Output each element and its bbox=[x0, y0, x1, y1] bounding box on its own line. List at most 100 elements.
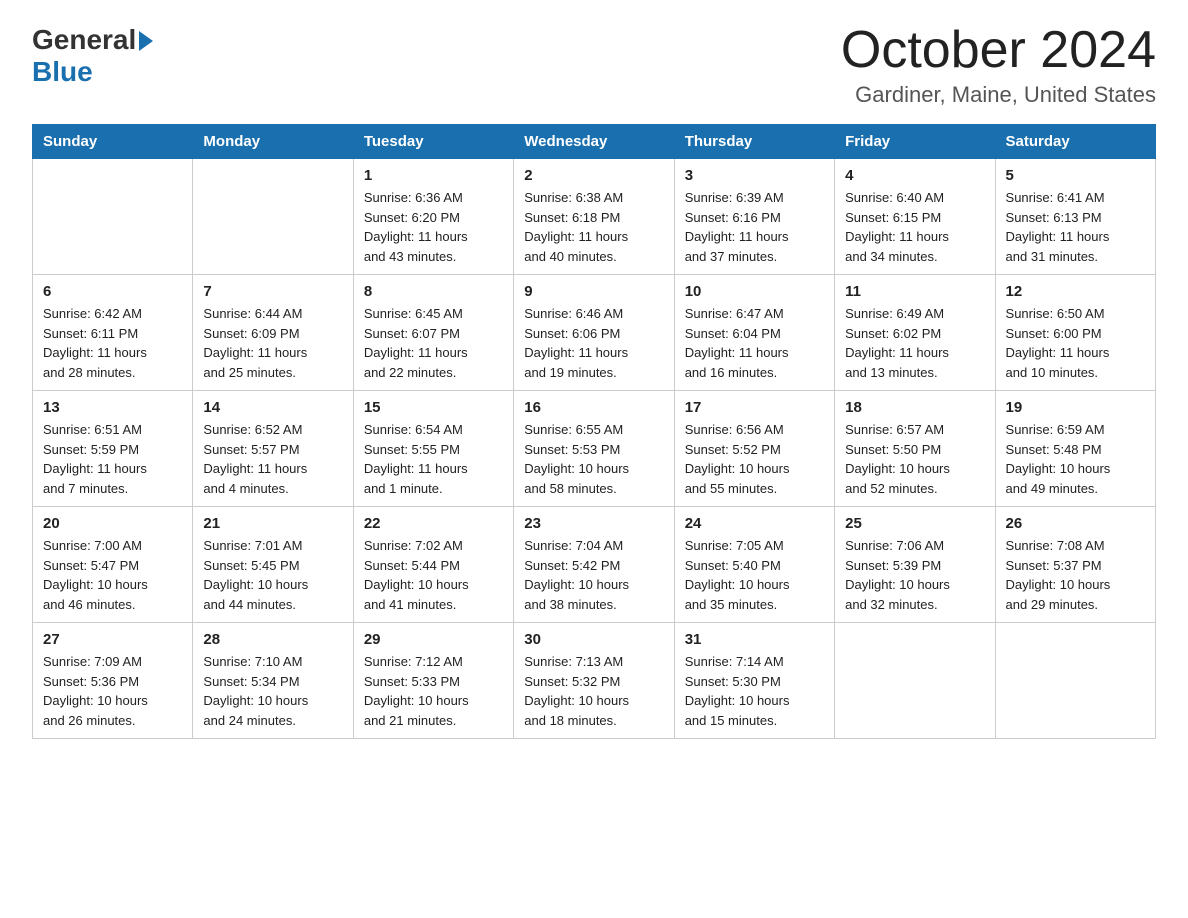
day-info: Sunrise: 6:59 AM Sunset: 5:48 PM Dayligh… bbox=[1006, 420, 1145, 498]
calendar-day-6: 6 Sunrise: 6:42 AM Sunset: 6:11 PM Daylig… bbox=[33, 275, 193, 391]
day-info: Sunrise: 7:05 AM Sunset: 5:40 PM Dayligh… bbox=[685, 536, 824, 614]
calendar-day-5: 5 Sunrise: 6:41 AM Sunset: 6:13 PM Daylig… bbox=[995, 159, 1155, 275]
day-number: 26 bbox=[1006, 515, 1145, 532]
day-number: 7 bbox=[203, 283, 342, 300]
day-info: Sunrise: 6:55 AM Sunset: 5:53 PM Dayligh… bbox=[524, 420, 663, 498]
day-info: Sunrise: 7:14 AM Sunset: 5:30 PM Dayligh… bbox=[685, 652, 824, 730]
calendar-day-8: 8 Sunrise: 6:45 AM Sunset: 6:07 PM Daylig… bbox=[353, 275, 513, 391]
day-number: 9 bbox=[524, 283, 663, 300]
calendar-day-27: 27 Sunrise: 7:09 AM Sunset: 5:36 PM Dayli… bbox=[33, 623, 193, 739]
calendar-day-25: 25 Sunrise: 7:06 AM Sunset: 5:39 PM Dayli… bbox=[835, 507, 995, 623]
calendar-day-18: 18 Sunrise: 6:57 AM Sunset: 5:50 PM Dayli… bbox=[835, 391, 995, 507]
calendar-day-10: 10 Sunrise: 6:47 AM Sunset: 6:04 PM Dayli… bbox=[674, 275, 834, 391]
calendar-empty-cell bbox=[995, 623, 1155, 739]
day-number: 28 bbox=[203, 631, 342, 648]
calendar-day-22: 22Sunrise: 7:02 AM Sunset: 5:44 PM Dayli… bbox=[353, 507, 513, 623]
day-number: 30 bbox=[524, 631, 663, 648]
day-info: Sunrise: 6:42 AM Sunset: 6:11 PM Dayligh… bbox=[43, 304, 182, 382]
day-number: 17 bbox=[685, 399, 824, 416]
calendar-day-24: 24 Sunrise: 7:05 AM Sunset: 5:40 PM Dayli… bbox=[674, 507, 834, 623]
day-number: 11 bbox=[845, 283, 984, 300]
day-number: 20 bbox=[43, 515, 182, 532]
day-number: 16 bbox=[524, 399, 663, 416]
day-number: 18 bbox=[845, 399, 984, 416]
weekday-header-thursday: Thursday bbox=[674, 125, 834, 159]
weekday-header-friday: Friday bbox=[835, 125, 995, 159]
day-number: 24 bbox=[685, 515, 824, 532]
calendar-table: SundayMondayTuesdayWednesdayThursdayFrid… bbox=[32, 124, 1156, 739]
logo-blue-text: Blue bbox=[32, 56, 93, 88]
calendar-header-row: SundayMondayTuesdayWednesdayThursdayFrid… bbox=[33, 125, 1156, 159]
day-number: 29 bbox=[364, 631, 503, 648]
calendar-day-20: 20 Sunrise: 7:00 AM Sunset: 5:47 PM Dayli… bbox=[33, 507, 193, 623]
page-header: General Blue October 2024 Gardiner, Main… bbox=[32, 24, 1156, 108]
day-number: 3 bbox=[685, 167, 824, 184]
calendar-day-15: 15Sunrise: 6:54 AM Sunset: 5:55 PM Dayli… bbox=[353, 391, 513, 507]
weekday-header-sunday: Sunday bbox=[33, 125, 193, 159]
day-info: Sunrise: 7:00 AM Sunset: 5:47 PM Dayligh… bbox=[43, 536, 182, 614]
calendar-day-1: 1Sunrise: 6:36 AM Sunset: 6:20 PM Daylig… bbox=[353, 159, 513, 275]
calendar-day-2: 2 Sunrise: 6:38 AM Sunset: 6:18 PM Daylig… bbox=[514, 159, 674, 275]
day-number: 22 bbox=[364, 515, 503, 532]
day-number: 5 bbox=[1006, 167, 1145, 184]
calendar-empty-cell bbox=[835, 623, 995, 739]
month-year-title: October 2024 bbox=[841, 24, 1156, 76]
calendar-day-17: 17Sunrise: 6:56 AM Sunset: 5:52 PM Dayli… bbox=[674, 391, 834, 507]
day-number: 1 bbox=[364, 167, 503, 184]
day-number: 8 bbox=[364, 283, 503, 300]
weekday-header-saturday: Saturday bbox=[995, 125, 1155, 159]
day-info: Sunrise: 6:50 AM Sunset: 6:00 PM Dayligh… bbox=[1006, 304, 1145, 382]
calendar-day-12: 12Sunrise: 6:50 AM Sunset: 6:00 PM Dayli… bbox=[995, 275, 1155, 391]
calendar-week-row: 20 Sunrise: 7:00 AM Sunset: 5:47 PM Dayli… bbox=[33, 507, 1156, 623]
day-number: 4 bbox=[845, 167, 984, 184]
day-number: 10 bbox=[685, 283, 824, 300]
weekday-header-monday: Monday bbox=[193, 125, 353, 159]
calendar-day-9: 9 Sunrise: 6:46 AM Sunset: 6:06 PM Daylig… bbox=[514, 275, 674, 391]
day-info: Sunrise: 6:41 AM Sunset: 6:13 PM Dayligh… bbox=[1006, 188, 1145, 266]
day-number: 13 bbox=[43, 399, 182, 416]
day-info: Sunrise: 7:10 AM Sunset: 5:34 PM Dayligh… bbox=[203, 652, 342, 730]
calendar-day-4: 4Sunrise: 6:40 AM Sunset: 6:15 PM Daylig… bbox=[835, 159, 995, 275]
calendar-week-row: 6 Sunrise: 6:42 AM Sunset: 6:11 PM Daylig… bbox=[33, 275, 1156, 391]
day-info: Sunrise: 7:12 AM Sunset: 5:33 PM Dayligh… bbox=[364, 652, 503, 730]
calendar-day-28: 28 Sunrise: 7:10 AM Sunset: 5:34 PM Dayli… bbox=[193, 623, 353, 739]
day-number: 6 bbox=[43, 283, 182, 300]
day-info: Sunrise: 6:44 AM Sunset: 6:09 PM Dayligh… bbox=[203, 304, 342, 382]
day-number: 27 bbox=[43, 631, 182, 648]
day-number: 31 bbox=[685, 631, 824, 648]
day-info: Sunrise: 6:52 AM Sunset: 5:57 PM Dayligh… bbox=[203, 420, 342, 498]
calendar-day-7: 7 Sunrise: 6:44 AM Sunset: 6:09 PM Daylig… bbox=[193, 275, 353, 391]
logo-arrow-icon bbox=[139, 31, 153, 51]
title-section: October 2024 Gardiner, Maine, United Sta… bbox=[841, 24, 1156, 108]
calendar-day-16: 16 Sunrise: 6:55 AM Sunset: 5:53 PM Dayli… bbox=[514, 391, 674, 507]
day-info: Sunrise: 6:38 AM Sunset: 6:18 PM Dayligh… bbox=[524, 188, 663, 266]
day-number: 25 bbox=[845, 515, 984, 532]
day-number: 19 bbox=[1006, 399, 1145, 416]
day-info: Sunrise: 7:08 AM Sunset: 5:37 PM Dayligh… bbox=[1006, 536, 1145, 614]
day-info: Sunrise: 6:45 AM Sunset: 6:07 PM Dayligh… bbox=[364, 304, 503, 382]
weekday-header-tuesday: Tuesday bbox=[353, 125, 513, 159]
day-number: 2 bbox=[524, 167, 663, 184]
day-info: Sunrise: 7:13 AM Sunset: 5:32 PM Dayligh… bbox=[524, 652, 663, 730]
calendar-empty-cell bbox=[193, 159, 353, 275]
calendar-day-30: 30 Sunrise: 7:13 AM Sunset: 5:32 PM Dayli… bbox=[514, 623, 674, 739]
day-info: Sunrise: 6:47 AM Sunset: 6:04 PM Dayligh… bbox=[685, 304, 824, 382]
day-number: 15 bbox=[364, 399, 503, 416]
day-info: Sunrise: 6:46 AM Sunset: 6:06 PM Dayligh… bbox=[524, 304, 663, 382]
day-info: Sunrise: 6:49 AM Sunset: 6:02 PM Dayligh… bbox=[845, 304, 984, 382]
calendar-day-31: 31 Sunrise: 7:14 AM Sunset: 5:30 PM Dayli… bbox=[674, 623, 834, 739]
day-number: 14 bbox=[203, 399, 342, 416]
weekday-header-wednesday: Wednesday bbox=[514, 125, 674, 159]
location-subtitle: Gardiner, Maine, United States bbox=[841, 82, 1156, 108]
calendar-day-29: 29 Sunrise: 7:12 AM Sunset: 5:33 PM Dayli… bbox=[353, 623, 513, 739]
calendar-week-row: 1Sunrise: 6:36 AM Sunset: 6:20 PM Daylig… bbox=[33, 159, 1156, 275]
calendar-day-26: 26 Sunrise: 7:08 AM Sunset: 5:37 PM Dayli… bbox=[995, 507, 1155, 623]
day-info: Sunrise: 7:01 AM Sunset: 5:45 PM Dayligh… bbox=[203, 536, 342, 614]
day-info: Sunrise: 7:06 AM Sunset: 5:39 PM Dayligh… bbox=[845, 536, 984, 614]
calendar-week-row: 27 Sunrise: 7:09 AM Sunset: 5:36 PM Dayli… bbox=[33, 623, 1156, 739]
day-info: Sunrise: 6:57 AM Sunset: 5:50 PM Dayligh… bbox=[845, 420, 984, 498]
calendar-empty-cell bbox=[33, 159, 193, 275]
calendar-day-21: 21Sunrise: 7:01 AM Sunset: 5:45 PM Dayli… bbox=[193, 507, 353, 623]
day-info: Sunrise: 6:51 AM Sunset: 5:59 PM Dayligh… bbox=[43, 420, 182, 498]
day-info: Sunrise: 7:09 AM Sunset: 5:36 PM Dayligh… bbox=[43, 652, 182, 730]
